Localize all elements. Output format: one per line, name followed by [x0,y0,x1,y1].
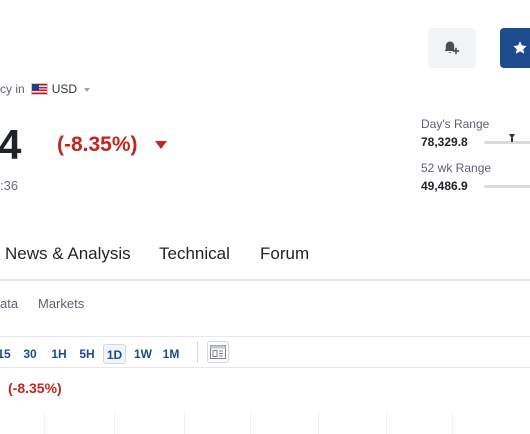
day-range-tick [511,138,513,142]
chart-grid-line [44,412,45,434]
tabs-divider [0,279,530,281]
chart-grid-line [184,412,185,434]
down-triangle-icon [155,141,167,149]
tab-technical[interactable]: Technical [159,244,230,264]
chart-grid-line [452,412,453,434]
toolbar-border-bottom [0,367,530,368]
bell-plus-icon [444,41,460,55]
week52-range-low: 49,486.9 [421,179,468,193]
timeframe-30m-button[interactable]: 30 [20,344,40,364]
chart-change-percent: (-8.35%) [8,380,62,396]
subtab-markets[interactable]: Markets [38,296,84,311]
candle-chart-icon [210,345,226,359]
add-to-watchlist-button[interactable] [500,28,530,68]
star-icon [513,41,527,54]
price-change-percent: (-8.35%) [57,133,138,156]
create-alert-button[interactable] [428,28,476,68]
timeframe-1d-button[interactable]: 1D [103,344,126,364]
chevron-down-icon[interactable] [84,88,91,92]
tab-forum[interactable]: Forum [260,244,309,264]
last-price: 4 [0,121,22,168]
currency-info: cy in USD [0,82,91,96]
chart-grid-line [250,412,251,434]
day-range-label: Day's Range [421,117,490,131]
toolbar-separator [197,341,198,363]
currency-prefix: cy in [0,82,25,96]
toolbar-border-top [0,336,530,337]
timeframe-15m-button[interactable]: 15 [0,344,12,364]
us-flag-icon [30,83,48,95]
quote-time: :36 [0,178,19,193]
timeframe-1h-button[interactable]: 1H [49,344,69,364]
day-range-bar [484,141,530,144]
chart-type-button[interactable] [207,341,229,363]
timeframe-5h-button[interactable]: 5H [76,344,98,364]
chart-grid-line [114,412,115,434]
timeframe-1w-button[interactable]: 1W [132,344,154,364]
tab-news-analysis[interactable]: News & Analysis [5,244,131,264]
week52-range-label: 52 wk Range [421,161,492,175]
timeframe-1m-button[interactable]: 1M [160,344,182,364]
chart-grid-line [386,412,387,434]
day-range-low: 78,329.8 [421,135,468,149]
subtab-data[interactable]: ata [0,296,18,311]
chart-grid-line [318,412,319,434]
week52-range-bar [484,185,530,188]
currency-selector[interactable]: USD [52,82,77,96]
